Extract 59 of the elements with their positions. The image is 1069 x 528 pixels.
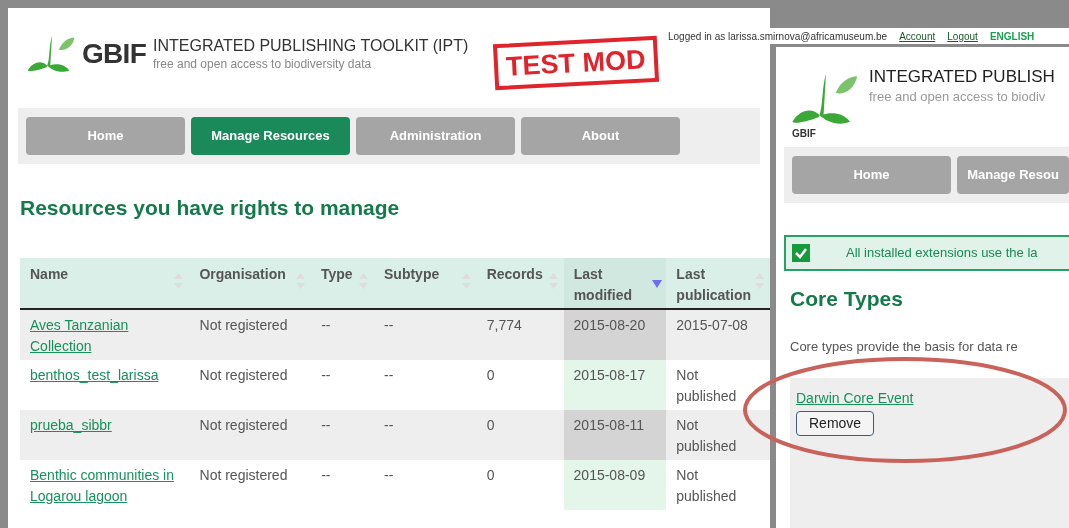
column-header[interactable]: Organisation (189, 257, 311, 308)
login-status: Logged in as larissa.smirnova@africamuseum.be (668, 29, 888, 44)
table-cell: Not published (676, 466, 737, 504)
sort-descending-icon (652, 279, 663, 288)
table-cell: 2015-08-17 (573, 366, 646, 383)
logo-text: GBIF (792, 127, 816, 141)
resource-link[interactable]: Benthic communities in Logarou lagoon (30, 464, 180, 507)
nav-tab[interactable]: Administration (356, 117, 515, 155)
language-link[interactable]: ENGLISH (989, 28, 1035, 44)
remove-button[interactable]: Remove (796, 411, 875, 436)
table-cell: -- (384, 316, 394, 333)
section-description: Core types provide the basis for data re (790, 337, 1019, 356)
column-header[interactable]: Type (311, 257, 374, 308)
table-cell: Not registered (199, 466, 288, 483)
resource-link[interactable]: benthos_test_larissa (30, 364, 180, 386)
test-mode-stamp: TEST MOD (492, 35, 659, 91)
table-cell: -- (384, 416, 394, 433)
table-cell: -- (321, 416, 331, 433)
nav-tab[interactable]: Home (792, 156, 951, 194)
app-tagline: free and open access to biodiv (869, 88, 1047, 106)
nav-tab[interactable]: Home (26, 117, 185, 155)
resource-link[interactable]: prueba_sibbr (30, 414, 180, 436)
section-heading: Core Types (790, 286, 904, 312)
table-cell: 2015-08-11 (573, 416, 645, 433)
table-cell: Not registered (199, 416, 288, 433)
table-cell: 2015-07-08 (676, 316, 748, 333)
column-header[interactable]: Records (476, 257, 564, 308)
logo-text: GBIF (82, 37, 147, 71)
app-title: INTEGRATED PUBLISH (869, 67, 1055, 87)
session-link[interactable]: Account (899, 28, 936, 44)
table-cell: Not published (676, 416, 737, 454)
nav-tab[interactable]: About (521, 117, 680, 155)
table-cell: -- (384, 366, 394, 383)
table-cell: 0 (486, 416, 495, 433)
table-cell: 0 (486, 366, 495, 383)
table-cell: -- (321, 316, 331, 333)
nav-tab[interactable]: Manage Resou (957, 156, 1069, 194)
table-cell: -- (321, 466, 331, 483)
table-cell: -- (321, 366, 331, 383)
column-header[interactable]: Last publication (666, 257, 770, 308)
table-cell: 2015-08-20 (573, 316, 646, 333)
column-header[interactable]: Subtype (374, 257, 477, 308)
table-cell: -- (384, 466, 394, 483)
core-type-link[interactable]: Darwin Core Event (796, 388, 914, 409)
table-cell: 7,774 (486, 316, 522, 333)
page-heading: Resources you have rights to manage (20, 195, 401, 221)
resource-link[interactable]: Aves Tanzanian Collection (30, 314, 180, 357)
column-header[interactable]: Name (20, 257, 190, 308)
column-header[interactable]: Last modified (563, 257, 667, 308)
session-link[interactable]: Logout (947, 28, 978, 44)
table-cell: 0 (486, 466, 495, 483)
table-cell: Not registered (199, 316, 288, 333)
table-cell: 2015-08-09 (573, 466, 646, 483)
app-title: INTEGRATED PUBLISHING TOOLKIT (IPT) (153, 36, 469, 56)
app-tagline: free and open access to biodiversity data (153, 56, 373, 72)
table-cell: Not registered (199, 366, 288, 383)
nav-tab[interactable]: Manage Resources (191, 117, 350, 155)
notice-text: All installed extensions use the la (846, 244, 1038, 263)
table-cell: Not published (676, 366, 737, 404)
